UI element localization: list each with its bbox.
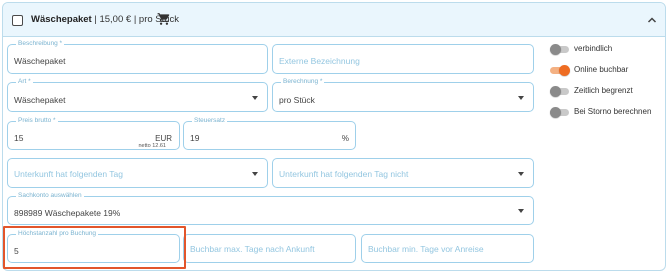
netto-hint: netto 12.61 bbox=[138, 143, 166, 149]
max-tage-field[interactable]: Buchbar max. Tage nach Ankunft bbox=[183, 234, 356, 263]
tag-nicht-placeholder: Unterkunft hat folgenden Tag nicht bbox=[279, 169, 409, 179]
art-label: Art * bbox=[16, 78, 33, 86]
externe-bezeichnung-placeholder: Externe Bezeichnung bbox=[279, 56, 360, 66]
steuersatz-label: Steuersatz bbox=[192, 117, 228, 125]
beschreibung-label: Beschreibung * bbox=[16, 40, 65, 48]
art-value: Wäschepaket bbox=[14, 95, 66, 105]
tag-nicht-select[interactable]: Unterkunft hat folgenden Tag nicht bbox=[272, 158, 534, 188]
berechnung-select[interactable]: Berechnung * pro Stück bbox=[272, 78, 534, 112]
product-name: Wäschepaket bbox=[31, 14, 92, 25]
chevron-down-icon bbox=[518, 209, 524, 213]
chevron-down-icon bbox=[518, 172, 524, 176]
steuersatz-value: 19 bbox=[190, 133, 200, 143]
toggle-knob bbox=[550, 107, 561, 118]
tag-select[interactable]: Unterkunft hat folgenden Tag bbox=[7, 158, 268, 188]
toggle-knob bbox=[559, 65, 570, 76]
min-tage-field[interactable]: Buchbar min. Tage vor Anreise bbox=[361, 234, 534, 263]
highlight-box bbox=[3, 226, 186, 269]
beschreibung-field[interactable]: Beschreibung * Wäschepaket bbox=[7, 40, 268, 74]
art-select[interactable]: Art * Wäschepaket bbox=[7, 78, 268, 112]
preis-brutto-suffix: EUR bbox=[155, 134, 172, 143]
toggle-label: Bei Storno berechnen bbox=[574, 107, 652, 116]
toggle-label: Online buchbar bbox=[574, 65, 629, 74]
steuersatz-field[interactable]: Steuersatz 19 % bbox=[183, 117, 356, 150]
tag-placeholder: Unterkunft hat folgenden Tag bbox=[14, 169, 124, 179]
card-header[interactable]: Wäschepaket | 15,00 € | pro Stück bbox=[3, 3, 665, 37]
steuersatz-suffix: % bbox=[341, 134, 349, 143]
chevron-down-icon bbox=[252, 172, 258, 176]
max-tage-placeholder: Buchbar max. Tage nach Ankunft bbox=[190, 244, 315, 254]
sachkonto-label: Sachkonto auswählen bbox=[16, 192, 84, 200]
externe-bezeichnung-field[interactable]: Externe Bezeichnung bbox=[272, 44, 534, 74]
select-checkbox[interactable] bbox=[12, 15, 23, 26]
berechnung-label: Berechnung * bbox=[281, 78, 325, 86]
toggle-knob bbox=[550, 86, 561, 97]
preis-brutto-label: Preis brutto * bbox=[16, 117, 58, 125]
sachkonto-select[interactable]: Sachkonto auswählen 898989 Wäschepakete … bbox=[7, 192, 534, 225]
chevron-down-icon bbox=[518, 96, 524, 100]
min-tage-placeholder: Buchbar min. Tage vor Anreise bbox=[368, 244, 484, 254]
preis-brutto-value: 15 bbox=[14, 133, 24, 143]
cart-icon bbox=[157, 13, 170, 25]
toggle-label: Zeitlich begrenzt bbox=[574, 86, 633, 95]
toggle-knob bbox=[550, 44, 561, 55]
berechnung-value: pro Stück bbox=[279, 95, 315, 105]
chevron-up-icon[interactable] bbox=[646, 14, 658, 26]
preis-brutto-field[interactable]: Preis brutto * 15 EUR netto 12.61 bbox=[7, 117, 180, 150]
chevron-down-icon bbox=[252, 96, 258, 100]
toggle-label: verbindlich bbox=[574, 44, 613, 53]
beschreibung-value: Wäschepaket bbox=[14, 56, 66, 66]
sachkonto-value: 898989 Wäschepakete 19% bbox=[14, 208, 121, 218]
